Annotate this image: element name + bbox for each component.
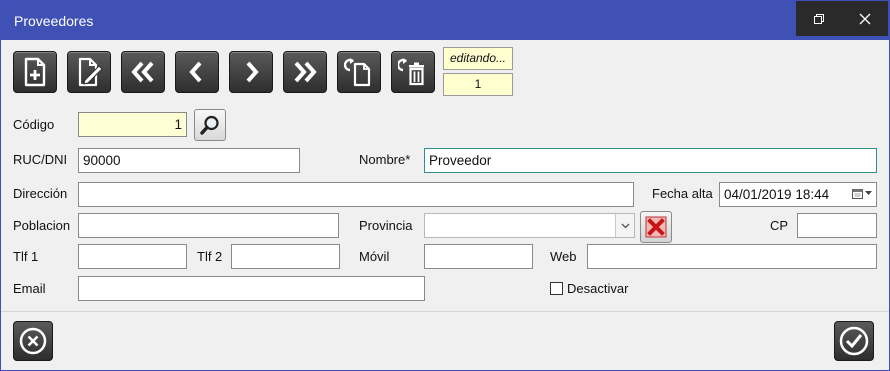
chevron-left-icon <box>189 61 202 83</box>
desactivar-label[interactable]: Desactivar <box>567 281 628 296</box>
last-record-button[interactable] <box>283 51 327 93</box>
close-button[interactable] <box>842 1 888 36</box>
cp-label: CP <box>770 218 789 233</box>
tlf1-label: Tlf 1 <box>13 249 39 264</box>
accept-button[interactable] <box>834 321 874 361</box>
fecha-alta-value: 04/01/2019 18:44 <box>724 187 830 202</box>
clear-x-icon <box>645 216 667 238</box>
search-icon <box>200 115 219 135</box>
web-label: Web <box>550 249 577 264</box>
previous-record-button[interactable] <box>175 51 219 93</box>
ruc-field[interactable]: 90000 <box>78 148 300 173</box>
codigo-label: Código <box>13 117 55 132</box>
tlf2-label: Tlf 2 <box>197 249 223 264</box>
provincia-label: Provincia <box>359 218 413 233</box>
cancel-button[interactable] <box>13 321 53 361</box>
next-record-button[interactable] <box>229 51 273 93</box>
double-chevron-right-icon <box>294 61 317 83</box>
ruc-label: RUC/DNI <box>13 152 68 167</box>
restore-button[interactable] <box>796 1 842 36</box>
clear-provincia-button[interactable] <box>640 211 672 243</box>
direccion-field[interactable] <box>78 182 634 207</box>
delete-record-button[interactable] <box>391 51 435 93</box>
duplicate-record-button[interactable] <box>337 51 381 93</box>
poblacion-label: Poblacion <box>13 218 71 233</box>
direccion-label: Dirección <box>13 186 68 201</box>
fecha-alta-field[interactable]: 04/01/2019 18:44 <box>719 182 877 207</box>
cp-field[interactable] <box>797 213 877 238</box>
poblacion-field[interactable] <box>78 213 339 238</box>
calendar-icon <box>852 189 863 199</box>
email-field[interactable] <box>78 276 425 301</box>
cancel-circle-icon <box>19 327 47 355</box>
desactivar-checkbox[interactable] <box>550 282 563 295</box>
chevron-down-icon <box>621 223 629 228</box>
fecha-alta-label: Fecha alta <box>652 186 713 201</box>
new-record-button[interactable] <box>13 51 57 93</box>
window-title: Proveedores <box>14 13 94 29</box>
search-codigo-button[interactable] <box>194 109 226 141</box>
title-bar[interactable]: Proveedores <box>1 1 889 40</box>
new-document-icon <box>24 57 46 87</box>
provincia-dropdown-button[interactable] <box>615 214 634 237</box>
first-record-button[interactable] <box>121 51 165 93</box>
codigo-field[interactable]: 1 <box>78 112 187 137</box>
chevron-right-icon <box>246 61 259 83</box>
check-circle-icon <box>839 326 869 356</box>
edit-record-button[interactable] <box>67 51 111 93</box>
edit-document-icon <box>78 57 103 87</box>
movil-field[interactable] <box>424 244 533 269</box>
chevron-down-icon <box>865 191 872 195</box>
web-field[interactable] <box>587 244 877 269</box>
proveedores-window: Proveedores editando... 1 Código 1 RUC/D… <box>0 0 890 371</box>
tlf2-field[interactable] <box>231 244 340 269</box>
tlf1-field[interactable] <box>78 244 187 269</box>
provincia-select[interactable] <box>424 213 635 238</box>
double-chevron-left-icon <box>131 61 154 83</box>
calendar-dropdown-button[interactable] <box>852 188 872 199</box>
restore-icon <box>814 13 824 24</box>
edit-status-label: editando... <box>443 47 513 70</box>
footer-divider <box>1 311 889 312</box>
close-icon <box>859 13 871 24</box>
nombre-field[interactable]: Proveedor <box>424 148 877 173</box>
record-number-display: 1 <box>443 73 513 96</box>
trash-icon <box>398 58 424 86</box>
copy-icon <box>344 58 371 87</box>
nombre-label: Nombre* <box>359 152 411 167</box>
movil-label: Móvil <box>359 249 390 264</box>
email-label: Email <box>13 281 46 296</box>
